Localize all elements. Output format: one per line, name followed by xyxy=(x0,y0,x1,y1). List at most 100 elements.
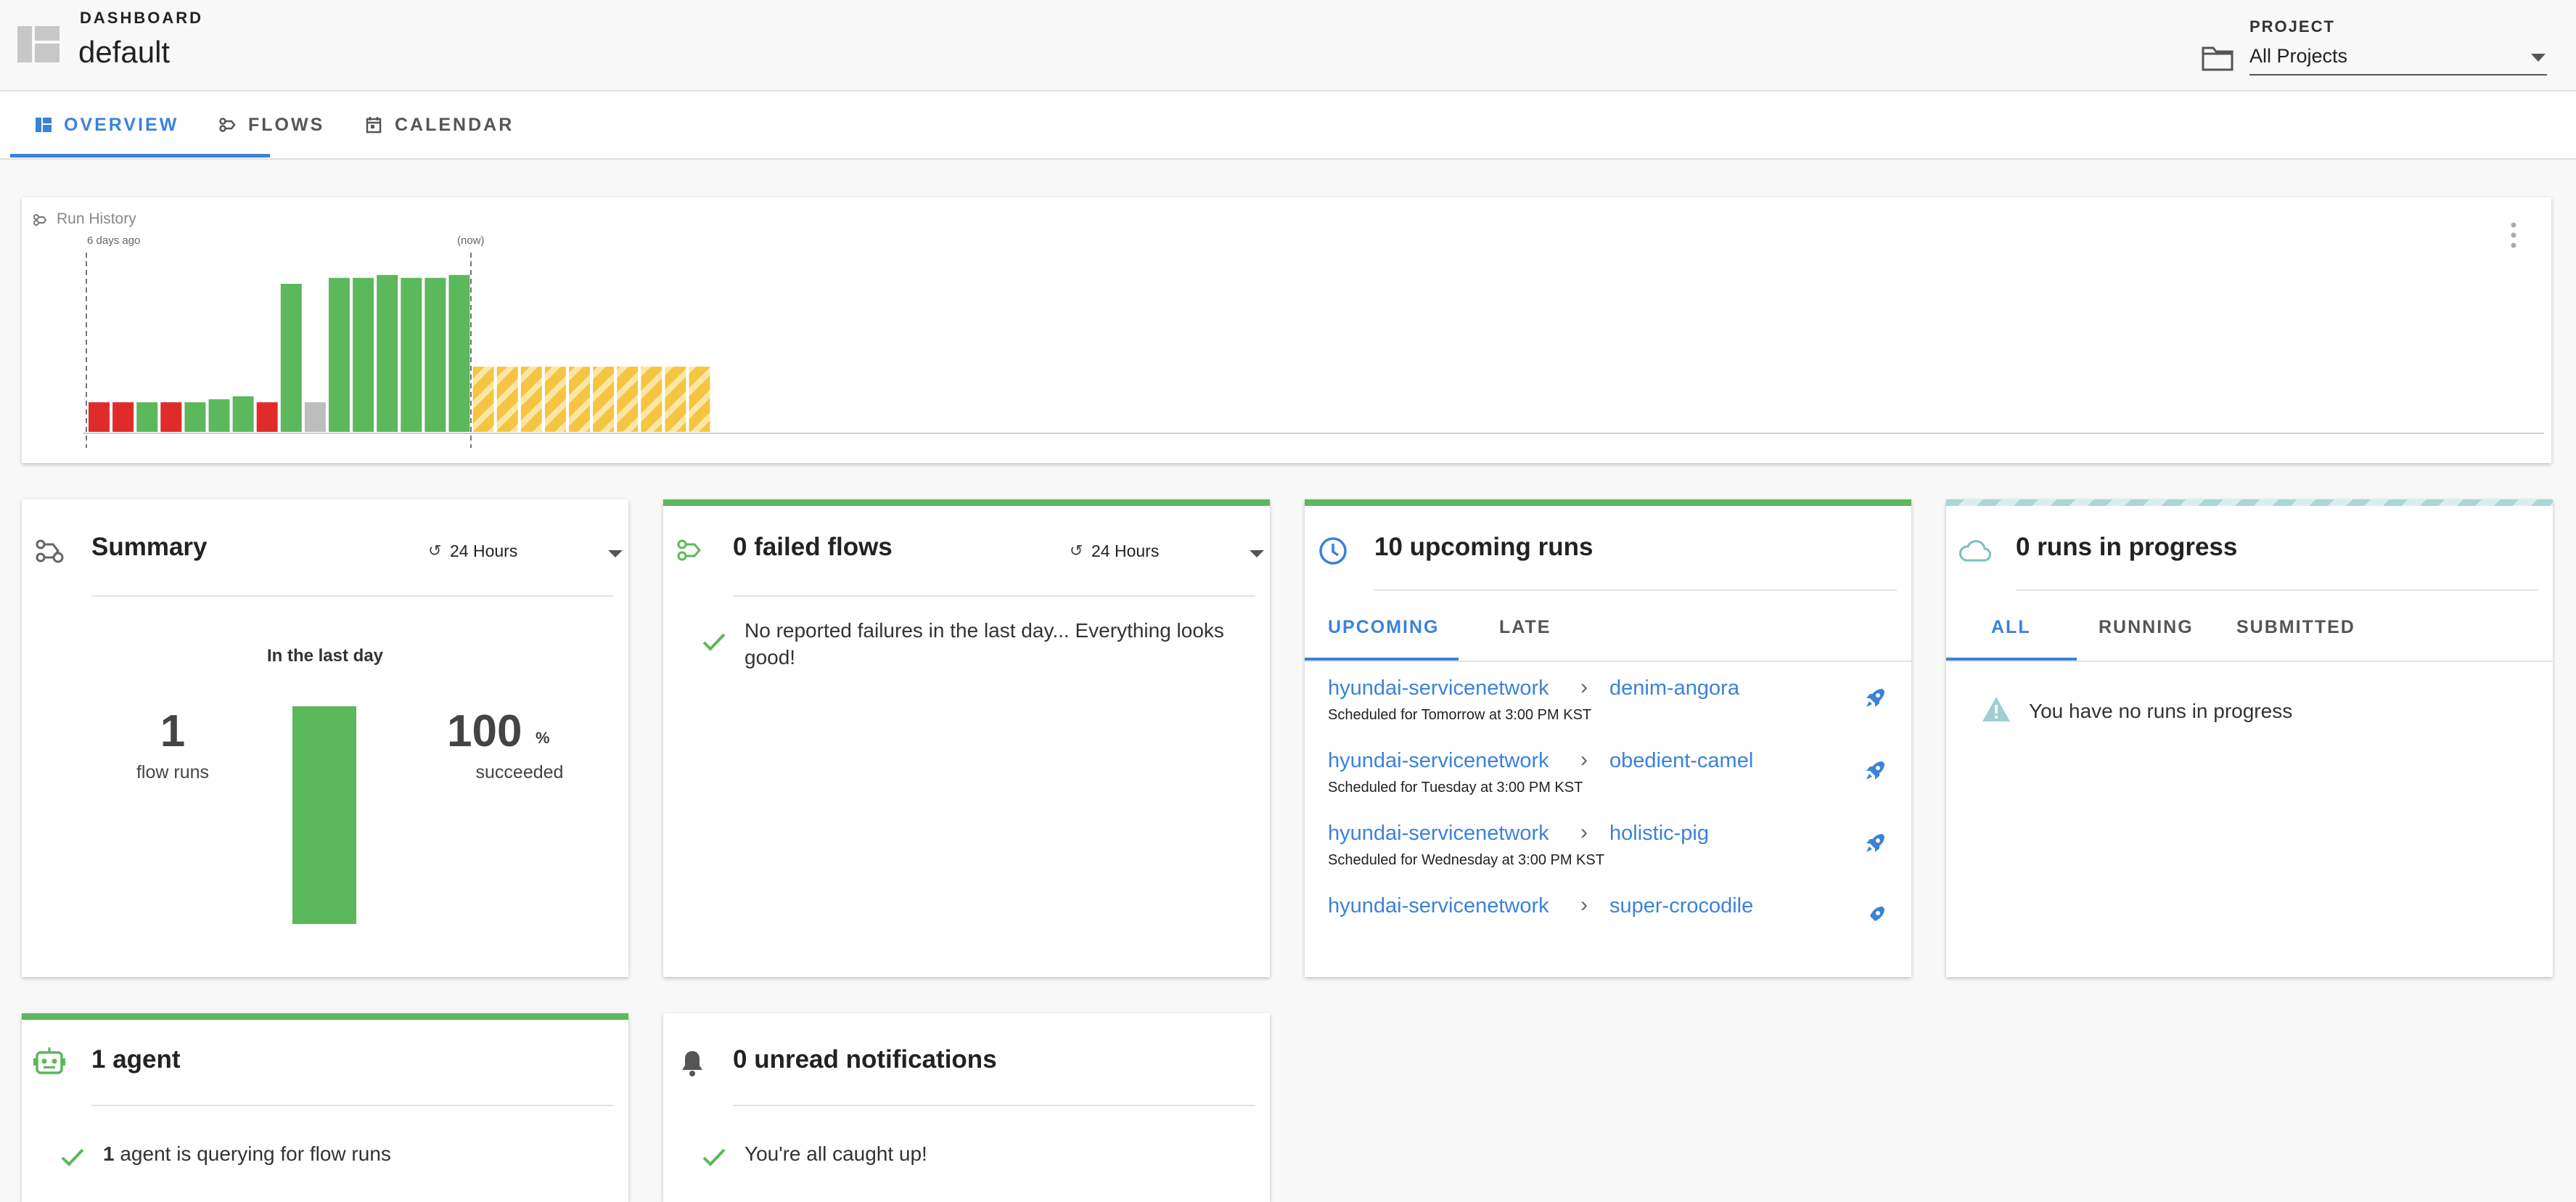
run-link[interactable]: obedient-camel xyxy=(1609,749,1753,773)
schedule-text: Scheduled for Tuesday at 3:00 PM KST xyxy=(1328,780,1583,796)
run-bar-success[interactable] xyxy=(448,274,470,432)
run-bar-scheduled[interactable] xyxy=(689,367,710,432)
project-select-value: All Projects xyxy=(2249,45,2348,67)
run-bar-failed[interactable] xyxy=(112,402,134,432)
run-bar-success[interactable] xyxy=(424,277,446,432)
agents-card: 1 agent 1 agent is querying for flow run… xyxy=(22,1013,628,1202)
card-status-bar xyxy=(1946,499,2553,506)
breadcrumb-separator: › xyxy=(1580,748,1588,772)
rocket-icon[interactable] xyxy=(1863,687,1887,710)
run-history-card: Run History 6 days ago (now) xyxy=(22,197,2551,463)
run-bar-success[interactable] xyxy=(208,399,230,432)
check-icon xyxy=(701,1144,727,1170)
project-label: PROJECT xyxy=(2249,17,2335,36)
flow-runs-value: 1 xyxy=(160,706,186,756)
run-bar-scheduled[interactable] xyxy=(496,367,518,432)
range-select[interactable]: ↺ 24 Hours xyxy=(428,537,624,566)
rocket-icon[interactable] xyxy=(1863,832,1887,855)
tab-running[interactable]: RUNNING xyxy=(2099,617,2194,638)
run-bar-success[interactable] xyxy=(184,402,206,432)
summary-caption: In the last day xyxy=(266,646,384,666)
warning-icon xyxy=(1981,695,2011,723)
tab-overview[interactable]: OVERVIEW xyxy=(35,91,179,158)
run-bar-scheduled[interactable] xyxy=(641,367,663,432)
notifications-title: 0 unread notifications xyxy=(733,1045,997,1074)
run-bar-success[interactable] xyxy=(377,274,398,432)
list-item[interactable]: hyundai-servicenetwork › super-crocodile xyxy=(1328,893,1894,926)
run-link[interactable]: holistic-pig xyxy=(1609,822,1709,846)
dashboard-icon xyxy=(35,116,52,134)
list-item[interactable]: hyundai-servicenetwork › holistic-pig Sc… xyxy=(1328,820,1894,888)
tab-all[interactable]: ALL xyxy=(1991,617,2031,638)
run-bar-scheduled[interactable] xyxy=(520,367,542,432)
chevron-down-icon xyxy=(1250,550,1264,557)
rocket-icon[interactable] xyxy=(1863,759,1887,782)
upcoming-runs-title: 10 upcoming runs xyxy=(1374,533,1593,561)
run-bar-success[interactable] xyxy=(232,396,254,432)
list-item[interactable]: hyundai-servicenetwork › obedient-camel … xyxy=(1328,748,1894,816)
flow-runs-label: flow runs xyxy=(136,762,210,782)
run-link[interactable]: super-crocodile xyxy=(1609,894,1753,918)
start-label: 6 days ago xyxy=(87,234,140,247)
agents-title: 1 agent xyxy=(91,1045,181,1074)
runs-in-progress-title: 0 runs in progress xyxy=(2016,533,2238,561)
flow-link[interactable]: hyundai-servicenetwork xyxy=(1328,894,1549,918)
run-bar-success[interactable] xyxy=(353,277,374,432)
upcoming-list: hyundai-servicenetwork › denim-angora Sc… xyxy=(1305,662,1911,926)
summary-icon xyxy=(35,536,64,565)
card-divider xyxy=(1374,589,1897,591)
breadcrumb-separator: › xyxy=(1580,893,1588,917)
run-bar-scheduled[interactable] xyxy=(593,367,615,432)
run-bar-scheduled[interactable] xyxy=(665,367,686,432)
schedule-text: Scheduled for Tomorrow at 3:00 PM KST xyxy=(1328,707,1592,723)
rocket-icon[interactable] xyxy=(1863,904,1887,926)
range-select[interactable]: ↺ 24 Hours xyxy=(1070,537,1266,566)
run-link[interactable]: denim-angora xyxy=(1609,676,1739,700)
run-bar-success[interactable] xyxy=(136,402,158,432)
page-title: default xyxy=(78,35,171,69)
flow-link[interactable]: hyundai-servicenetwork xyxy=(1328,749,1549,773)
tab-label: CALENDAR xyxy=(395,114,514,135)
failed-flows-message: No reported failures in the last day... … xyxy=(745,619,1224,669)
success-bar xyxy=(292,706,356,924)
run-bar-success[interactable] xyxy=(329,277,350,432)
run-bar-success[interactable] xyxy=(280,284,302,432)
flows-icon xyxy=(219,116,237,134)
succeeded-unit: % xyxy=(536,729,550,747)
run-bar-scheduled[interactable] xyxy=(569,367,590,432)
chevron-down-icon xyxy=(608,550,623,557)
notifications-message: You're all caught up! xyxy=(745,1142,927,1165)
tab-submitted[interactable]: SUBMITTED xyxy=(2236,617,2355,638)
tab-flows[interactable]: FLOWS xyxy=(219,91,324,158)
page-header: DASHBOARD default PROJECT All Projects xyxy=(0,0,2576,91)
summary-title: Summary xyxy=(91,533,208,561)
breadcrumb-separator: › xyxy=(1580,675,1588,699)
run-bar-failed[interactable] xyxy=(160,402,182,432)
run-bar-success[interactable] xyxy=(401,277,422,432)
calendar-icon xyxy=(366,116,383,134)
check-icon xyxy=(60,1144,86,1170)
run-bar-scheduled[interactable] xyxy=(617,367,639,432)
tab-calendar[interactable]: CALENDAR xyxy=(366,91,514,158)
success-bar-track xyxy=(292,706,356,924)
run-bar-failed[interactable] xyxy=(256,402,278,432)
card-status-bar xyxy=(22,1013,628,1020)
run-bar-scheduled[interactable] xyxy=(544,367,566,432)
project-select[interactable]: All Projects xyxy=(2249,44,2547,75)
dashboard-icon xyxy=(17,26,60,62)
run-bar-failed[interactable] xyxy=(89,402,110,432)
succeeded-label: succeeded xyxy=(475,762,564,782)
run-bar-other[interactable] xyxy=(304,402,326,432)
card-status-bar xyxy=(1305,499,1911,506)
flow-link[interactable]: hyundai-servicenetwork xyxy=(1328,676,1549,700)
no-runs-message: You have no runs in progress xyxy=(2029,700,2293,722)
list-item[interactable]: hyundai-servicenetwork › denim-angora Sc… xyxy=(1328,675,1894,743)
agents-message-text: agent is querying for flow runs xyxy=(114,1142,391,1165)
summary-card: Summary ↺ 24 Hours In the last day 1 flo… xyxy=(22,499,628,977)
robot-icon xyxy=(33,1045,65,1077)
tab-upcoming[interactable]: UPCOMING xyxy=(1328,617,1440,638)
tab-late[interactable]: LATE xyxy=(1499,617,1551,638)
history-icon: ↺ xyxy=(1070,541,1083,560)
run-bar-scheduled[interactable] xyxy=(472,367,494,432)
flow-link[interactable]: hyundai-servicenetwork xyxy=(1328,822,1549,846)
